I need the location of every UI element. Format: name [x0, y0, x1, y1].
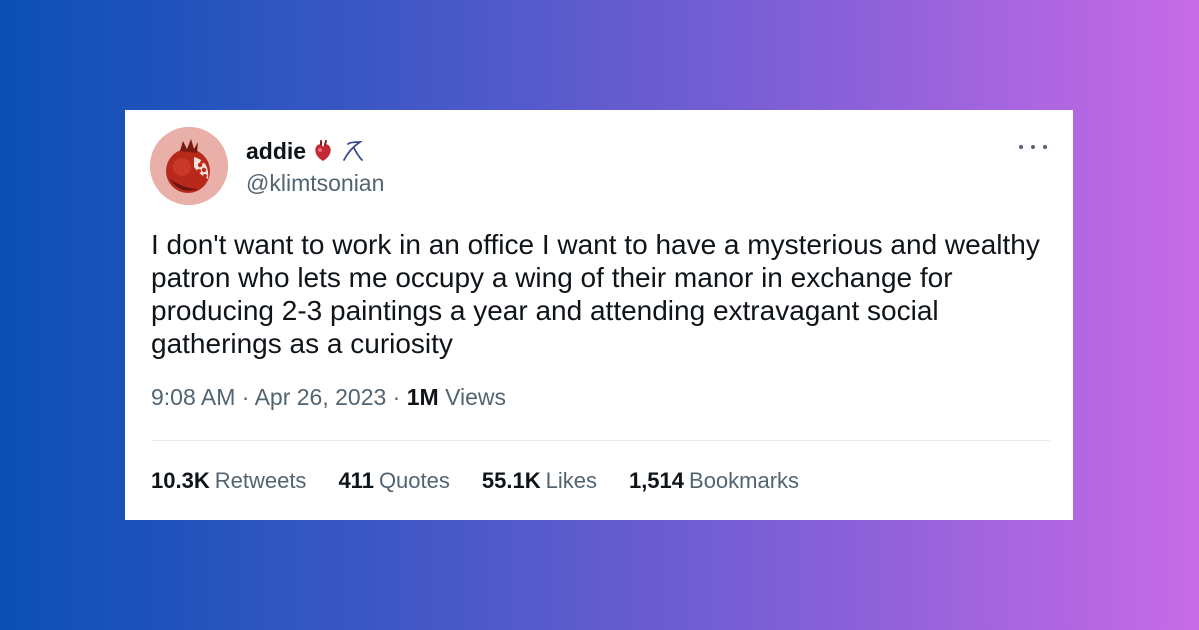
handle[interactable]: @klimtsonian [246, 170, 384, 197]
meta-separator: · [392, 384, 407, 410]
likes-count: 55.1K [481, 468, 541, 493]
likes-stat[interactable]: 55.1K Likes [482, 468, 597, 494]
quotes-count: 411 [338, 468, 374, 493]
engagement-stats: 10.3K Retweets 411 Quotes 55.1K Likes 1,514… [151, 468, 799, 494]
tweet-meta: 9:08 AM · Apr 26, 2023 · 1M Views [151, 384, 506, 411]
tweet-time[interactable]: 9:08 AM [151, 384, 235, 410]
tweet-text: I don't want to work in an office I want… [151, 229, 1040, 359]
retweets-count: 10.3K [151, 468, 210, 493]
retweets-stat[interactable]: 10.3K Retweets [151, 468, 306, 494]
divider [151, 440, 1050, 441]
more-options-button[interactable] [1019, 138, 1047, 156]
views-label: Views [445, 384, 507, 410]
dot-icon [1043, 145, 1047, 149]
views-count: 1M [406, 384, 446, 410]
retweets-label: Retweets [214, 468, 307, 493]
user-info: addie @klimtsonian [246, 134, 384, 197]
meta-separator: · [241, 384, 255, 410]
display-name[interactable]: addie [246, 138, 306, 165]
avatar[interactable] [150, 127, 228, 205]
bookmarks-count: 1,514 [628, 468, 685, 493]
scribble-icon [343, 141, 364, 161]
dot-icon [1031, 145, 1035, 149]
quotes-stat[interactable]: 411 Quotes [338, 468, 449, 494]
bookmarks-label: Bookmarks [689, 468, 800, 493]
dot-icon [1019, 145, 1023, 149]
likes-label: Likes [545, 468, 597, 493]
tweet-card: addie @klimtsonian I don't want to work … [125, 110, 1073, 520]
bookmarks-stat[interactable]: 1,514 Bookmarks [629, 468, 799, 494]
quotes-label: Quotes [378, 468, 450, 493]
pomegranate-avatar-icon [150, 127, 228, 205]
anatomical-heart-icon [315, 140, 331, 161]
tweet-date[interactable]: Apr 26, 2023 [255, 384, 387, 410]
name-row: addie [246, 134, 384, 168]
